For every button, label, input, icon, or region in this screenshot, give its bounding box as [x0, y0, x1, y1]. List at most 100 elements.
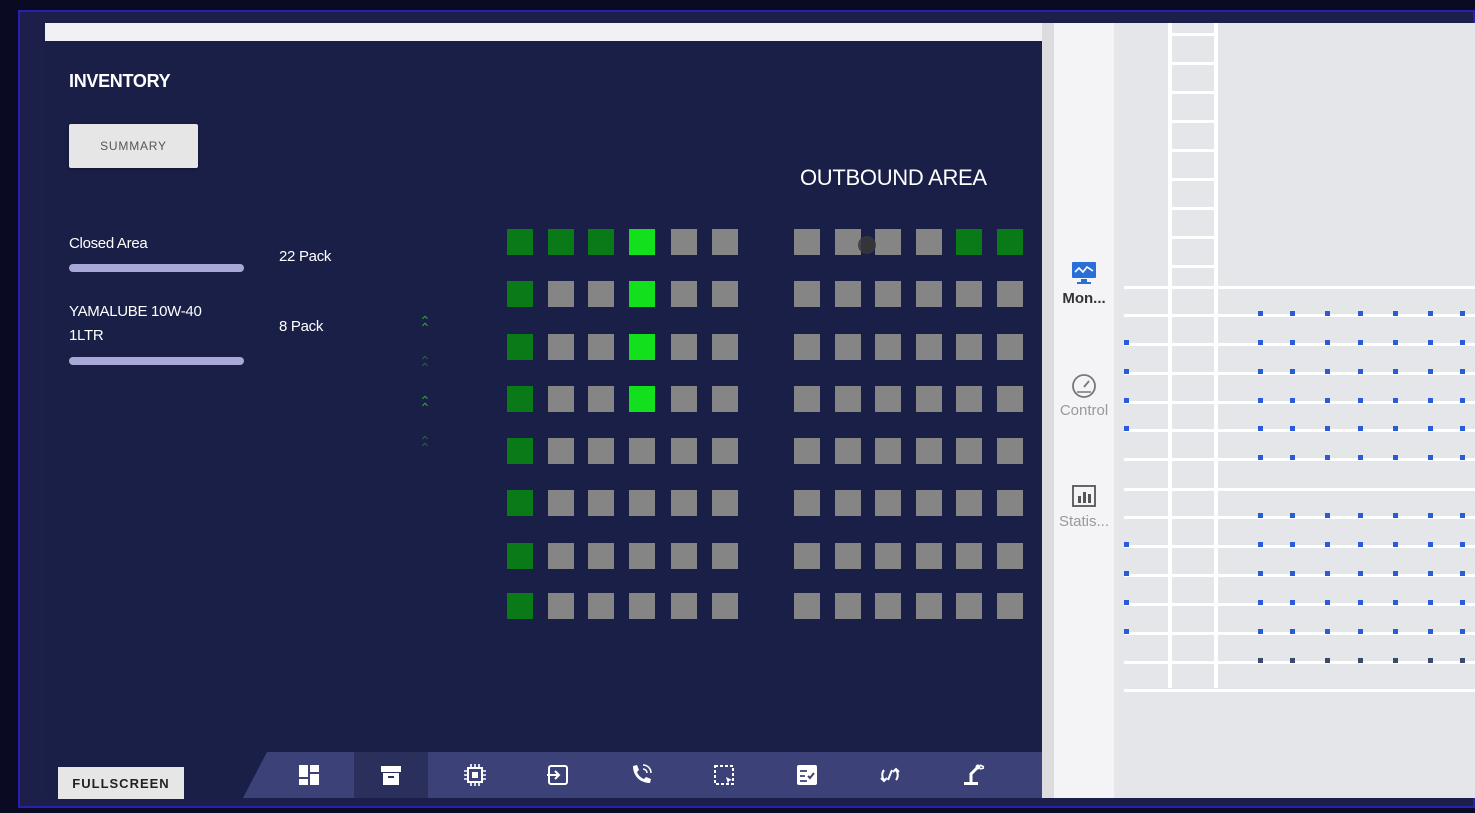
storage-cell[interactable]	[629, 334, 655, 360]
storage-cell[interactable]	[671, 438, 697, 464]
storage-cell[interactable]	[875, 438, 901, 464]
storage-cell[interactable]	[956, 543, 982, 569]
storage-cell[interactable]	[875, 229, 901, 255]
storage-cell[interactable]	[997, 229, 1023, 255]
side-item-monitor[interactable]: Mon...	[1054, 260, 1114, 307]
storage-cell[interactable]	[629, 386, 655, 412]
storage-cell[interactable]	[916, 334, 942, 360]
fullscreen-button[interactable]: FULLSCREEN	[58, 767, 184, 799]
storage-cell[interactable]	[712, 593, 738, 619]
storage-cell[interactable]	[835, 229, 861, 255]
storage-cell[interactable]	[794, 543, 820, 569]
storage-cell[interactable]	[548, 543, 574, 569]
nav-button-selection[interactable]	[687, 752, 761, 798]
nav-button-refresh[interactable]	[853, 752, 927, 798]
storage-cell[interactable]	[956, 281, 982, 307]
nav-button-phone-wifi[interactable]	[604, 752, 678, 798]
storage-cell[interactable]	[671, 281, 697, 307]
storage-cell[interactable]	[997, 593, 1023, 619]
storage-cell[interactable]	[507, 281, 533, 307]
storage-cell[interactable]	[835, 438, 861, 464]
warehouse-map-view[interactable]	[1114, 23, 1475, 798]
storage-cell[interactable]	[875, 490, 901, 516]
storage-cell[interactable]	[588, 386, 614, 412]
storage-cell[interactable]	[794, 334, 820, 360]
storage-cell[interactable]	[956, 386, 982, 412]
storage-cell[interactable]	[997, 490, 1023, 516]
storage-cell[interactable]	[794, 386, 820, 412]
storage-cell[interactable]	[588, 593, 614, 619]
storage-cell[interactable]	[794, 229, 820, 255]
storage-cell[interactable]	[875, 281, 901, 307]
storage-cell[interactable]	[997, 543, 1023, 569]
storage-cell[interactable]	[507, 543, 533, 569]
storage-cell[interactable]	[548, 490, 574, 516]
storage-cell[interactable]	[916, 543, 942, 569]
storage-cell[interactable]	[712, 334, 738, 360]
nav-button-archive[interactable]	[354, 752, 428, 798]
storage-cell[interactable]	[997, 334, 1023, 360]
storage-cell[interactable]	[629, 229, 655, 255]
storage-cell[interactable]	[629, 543, 655, 569]
storage-cell[interactable]	[794, 593, 820, 619]
nav-button-chip[interactable]	[438, 752, 512, 798]
storage-cell[interactable]	[629, 281, 655, 307]
storage-cell[interactable]	[712, 438, 738, 464]
storage-cell[interactable]	[507, 438, 533, 464]
storage-cell[interactable]	[548, 334, 574, 360]
summary-button[interactable]: SUMMARY	[69, 124, 198, 168]
storage-cell[interactable]	[507, 229, 533, 255]
storage-cell[interactable]	[916, 229, 942, 255]
storage-cell[interactable]	[835, 334, 861, 360]
storage-cell[interactable]	[588, 334, 614, 360]
storage-cell[interactable]	[548, 281, 574, 307]
storage-cell[interactable]	[507, 593, 533, 619]
storage-cell[interactable]	[629, 593, 655, 619]
storage-cell[interactable]	[875, 334, 901, 360]
nav-button-login[interactable]	[521, 752, 595, 798]
storage-cell[interactable]	[997, 281, 1023, 307]
storage-cell[interactable]	[794, 438, 820, 464]
side-item-statistics[interactable]: Statis...	[1054, 483, 1114, 530]
storage-cell[interactable]	[588, 490, 614, 516]
storage-cell[interactable]	[712, 281, 738, 307]
storage-cell[interactable]	[712, 386, 738, 412]
nav-button-robot-arm[interactable]	[937, 752, 1011, 798]
storage-cell[interactable]	[875, 386, 901, 412]
storage-cell[interactable]	[548, 593, 574, 619]
storage-cell[interactable]	[671, 543, 697, 569]
storage-cell[interactable]	[916, 386, 942, 412]
storage-cell[interactable]	[835, 281, 861, 307]
nav-button-checklist[interactable]	[770, 752, 844, 798]
storage-cell[interactable]	[916, 490, 942, 516]
storage-cell[interactable]	[916, 593, 942, 619]
storage-cell[interactable]	[671, 593, 697, 619]
storage-cell[interactable]	[671, 490, 697, 516]
storage-cell[interactable]	[548, 438, 574, 464]
storage-cell[interactable]	[835, 490, 861, 516]
side-item-control[interactable]: Control	[1054, 372, 1114, 419]
storage-cell[interactable]	[875, 543, 901, 569]
storage-cell[interactable]	[507, 490, 533, 516]
storage-cell[interactable]	[956, 490, 982, 516]
storage-cell[interactable]	[997, 438, 1023, 464]
nav-button-dashboard[interactable]	[272, 752, 346, 798]
storage-cell[interactable]	[835, 593, 861, 619]
storage-cell[interactable]	[956, 593, 982, 619]
storage-cell[interactable]	[671, 334, 697, 360]
storage-cell[interactable]	[671, 386, 697, 412]
storage-cell[interactable]	[794, 490, 820, 516]
storage-cell[interactable]	[916, 438, 942, 464]
storage-cell[interactable]	[588, 438, 614, 464]
storage-cell[interactable]	[629, 490, 655, 516]
storage-cell[interactable]	[916, 281, 942, 307]
storage-cell[interactable]	[997, 386, 1023, 412]
storage-cell[interactable]	[956, 334, 982, 360]
storage-cell[interactable]	[671, 229, 697, 255]
storage-cell[interactable]	[507, 386, 533, 412]
storage-cell[interactable]	[712, 229, 738, 255]
storage-cell[interactable]	[629, 438, 655, 464]
storage-cell[interactable]	[507, 334, 533, 360]
storage-cell[interactable]	[794, 281, 820, 307]
storage-cell[interactable]	[588, 543, 614, 569]
